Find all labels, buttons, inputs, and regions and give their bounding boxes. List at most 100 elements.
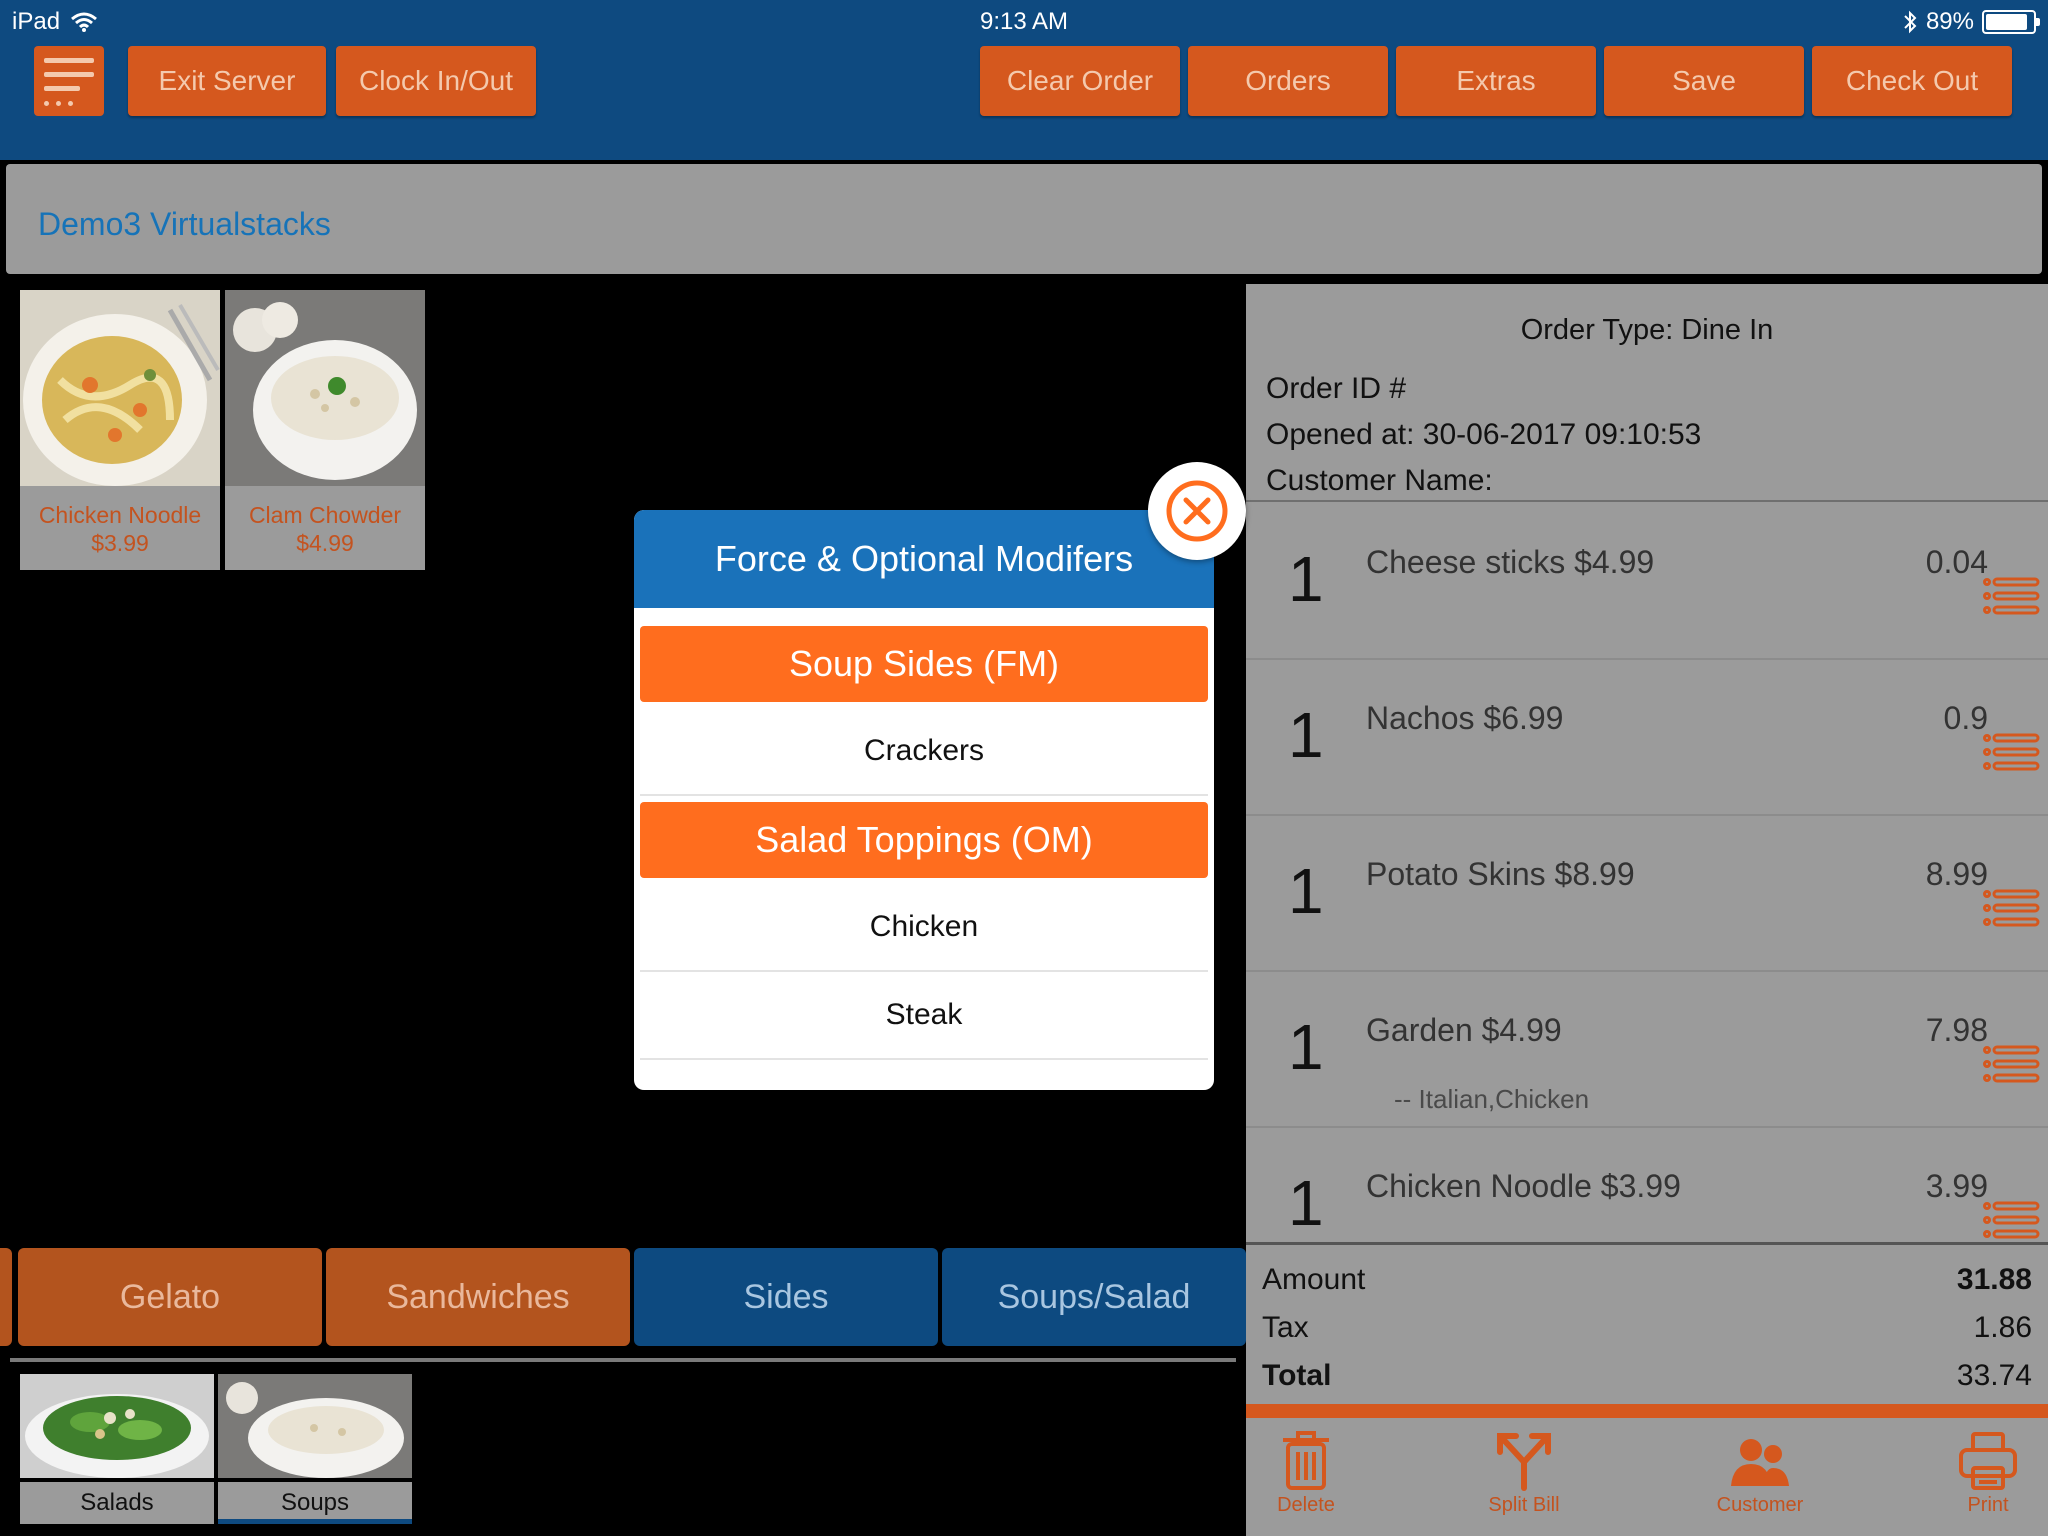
close-dialog-button[interactable] xyxy=(1148,462,1246,560)
delete-button[interactable]: Delete xyxy=(1246,1430,1366,1530)
battery-percent: 89% xyxy=(1925,8,1974,35)
order-totals: Amount 31.88 Tax 1.86 Total 33.74 xyxy=(1246,1242,2048,1392)
subcategory-salads[interactable]: Salads xyxy=(20,1374,214,1524)
clock-time: 9:13 AM xyxy=(979,8,1069,35)
line-amount: 8.99 xyxy=(1925,856,1988,892)
top-toolbar: iPad 9:13 AM 89% Exit Server Clock In/Ou… xyxy=(0,0,2048,160)
close-icon xyxy=(1166,480,1228,542)
customer-button[interactable]: Customer xyxy=(1700,1430,1820,1530)
line-desc: Potato Skins $8.99 xyxy=(1366,856,1635,892)
order-line[interactable]: 1 Chicken Noodle $3.99 3.99 xyxy=(1246,1128,2048,1240)
line-modifiers: -- Italian,Chicken xyxy=(1394,1084,1590,1114)
tax-label: Tax xyxy=(1262,1311,1309,1344)
order-line[interactable]: 1 Cheese sticks $4.99 0.04 xyxy=(1246,504,2048,660)
modifier-group-salad-toppings: Salad Toppings (OM) xyxy=(640,802,1208,878)
total-value: 33.74 xyxy=(1956,1359,2032,1392)
menu-button[interactable] xyxy=(34,46,104,116)
exit-server-button[interactable]: Exit Server xyxy=(128,46,326,116)
split-icon xyxy=(1497,1433,1551,1491)
amount-row: Amount 31.88 xyxy=(1262,1263,2032,1297)
modifier-option-crackers[interactable]: Crackers xyxy=(640,708,1208,796)
clock-in-out-button[interactable]: Clock In/Out xyxy=(336,46,536,116)
chicken-noodle-image xyxy=(20,290,220,486)
delete-label: Delete xyxy=(1277,1494,1335,1516)
order-actions: Delete Split Bill Customer Print xyxy=(1246,1418,2048,1536)
line-qty: 1 xyxy=(1288,543,1324,615)
location-name: Demo3 Virtualstacks xyxy=(38,206,331,242)
menu-icon-dot xyxy=(44,101,49,106)
clear-order-button[interactable]: Clear Order xyxy=(980,46,1180,116)
order-type: Order Type: Dine In xyxy=(1520,314,1774,346)
item-price: $4.99 xyxy=(296,530,354,556)
menu-icon-line xyxy=(44,86,80,91)
split-bill-label: Split Bill xyxy=(1488,1494,1560,1516)
line-options-icon[interactable] xyxy=(1982,576,2040,616)
line-amount: 3.99 xyxy=(1925,1168,1988,1204)
totals-divider xyxy=(1246,1404,2048,1418)
print-button[interactable]: Print xyxy=(1928,1430,2048,1530)
item-name: Chicken Noodle xyxy=(38,502,202,528)
trash-icon xyxy=(1283,1431,1329,1490)
line-options-icon[interactable] xyxy=(1982,732,2040,772)
customer-label: Customer xyxy=(1716,1494,1804,1516)
line-options-icon[interactable] xyxy=(1982,888,2040,928)
extras-button[interactable]: Extras xyxy=(1396,46,1596,116)
line-desc: Nachos $6.99 xyxy=(1366,700,1564,736)
salad-image xyxy=(20,1374,214,1478)
check-out-button[interactable]: Check Out xyxy=(1812,46,2012,116)
line-qty: 1 xyxy=(1288,699,1324,771)
category-tab-soups-salad[interactable]: Soups/Salad xyxy=(942,1248,1246,1346)
order-opened-at: Opened at: 30-06-2017 09:10:53 xyxy=(1266,418,1702,451)
category-tab-sandwiches[interactable]: Sandwiches xyxy=(326,1248,630,1346)
clam-chowder-image xyxy=(225,290,425,486)
item-tile-chicken-noodle[interactable]: Chicken Noodle $3.99 xyxy=(20,290,220,570)
order-line[interactable]: 1 Nachos $6.99 0.9 xyxy=(1246,660,2048,816)
customer-name: Customer Name: xyxy=(1266,464,1493,497)
subcategory-soups[interactable]: Soups xyxy=(218,1374,412,1524)
orders-button[interactable]: Orders xyxy=(1188,46,1388,116)
order-line[interactable]: 1 Potato Skins $8.99 8.99 xyxy=(1246,816,2048,972)
total-row: Total 33.74 xyxy=(1262,1359,2032,1393)
order-panel: Order Type: Dine In Order ID # Opened at… xyxy=(1246,284,2048,1536)
subcategory-label: Salads xyxy=(20,1482,214,1524)
printer-icon xyxy=(1959,1432,2017,1490)
menu-icon xyxy=(44,58,94,63)
menu-icon-line xyxy=(44,72,94,77)
save-button[interactable]: Save xyxy=(1604,46,1804,116)
tax-value: 1.86 xyxy=(1973,1311,2032,1344)
line-options-icon[interactable] xyxy=(1982,1200,2040,1240)
category-tab-sides[interactable]: Sides xyxy=(634,1248,938,1346)
category-tab-gelato[interactable]: Gelato xyxy=(18,1248,322,1346)
line-qty: 1 xyxy=(1288,855,1324,927)
order-line[interactable]: 1 Garden $4.99 7.98 -- Italian,Chicken xyxy=(1246,972,2048,1128)
amount-label: Amount xyxy=(1262,1263,1366,1296)
split-bill-button[interactable]: Split Bill xyxy=(1464,1430,1584,1530)
modifiers-dialog: Force & Optional Modifers Soup Sides (FM… xyxy=(634,510,1214,1090)
line-qty: 1 xyxy=(1288,1167,1324,1239)
line-desc: Garden $4.99 xyxy=(1366,1012,1562,1048)
line-desc: Cheese sticks $4.99 xyxy=(1366,544,1655,580)
modifier-group-soup-sides: Soup Sides (FM) xyxy=(640,626,1208,702)
item-tile-clam-chowder[interactable]: Clam Chowder $4.99 xyxy=(225,290,425,570)
location-header: Demo3 Virtualstacks xyxy=(6,164,2042,274)
item-price: $3.99 xyxy=(91,530,149,556)
order-id: Order ID # xyxy=(1266,372,1407,405)
subcategory-label: Soups xyxy=(218,1482,412,1524)
subcategory-divider xyxy=(10,1358,1236,1362)
line-amount: 7.98 xyxy=(1925,1012,1988,1048)
customer-icon xyxy=(1731,1439,1789,1486)
modifier-option-steak[interactable]: Steak xyxy=(640,972,1208,1060)
total-label: Total xyxy=(1262,1359,1332,1392)
modifier-option-chicken[interactable]: Chicken xyxy=(640,884,1208,972)
menu-icon-dot xyxy=(56,101,61,106)
soup-image xyxy=(218,1374,412,1478)
battery-icon xyxy=(1982,10,2040,34)
category-tab-partial[interactable] xyxy=(0,1248,12,1346)
status-bar: iPad 9:13 AM 89% xyxy=(0,6,2048,38)
line-options-icon[interactable] xyxy=(1982,1044,2040,1084)
bluetooth-icon xyxy=(1904,10,1917,34)
line-qty: 1 xyxy=(1288,1011,1324,1083)
dialog-title: Force & Optional Modifers xyxy=(634,510,1214,608)
line-amount: 0.04 xyxy=(1925,544,1988,580)
line-desc: Chicken Noodle $3.99 xyxy=(1366,1168,1681,1204)
